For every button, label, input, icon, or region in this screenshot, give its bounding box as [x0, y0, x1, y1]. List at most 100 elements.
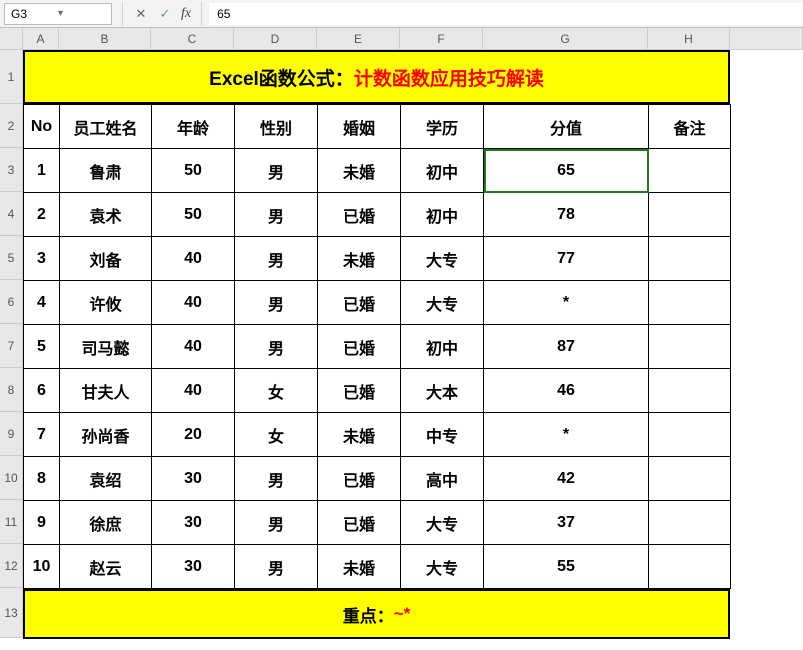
cell-no[interactable]: 9 — [24, 501, 60, 545]
header-no[interactable]: No — [24, 105, 60, 149]
col-header-f[interactable]: F — [400, 28, 483, 50]
cell-note[interactable] — [649, 457, 731, 501]
cell-name[interactable]: 鲁肃 — [60, 149, 152, 193]
cell-name[interactable]: 甘夫人 — [60, 369, 152, 413]
col-header-d[interactable]: D — [234, 28, 317, 50]
cell-gender[interactable]: 男 — [235, 149, 318, 193]
row-header-7[interactable]: 7 — [0, 324, 23, 368]
cell-marital[interactable]: 已婚 — [318, 325, 401, 369]
cell-gender[interactable]: 男 — [235, 501, 318, 545]
row-header-8[interactable]: 8 — [0, 368, 23, 412]
cell-note[interactable] — [649, 501, 731, 545]
cell-name[interactable]: 许攸 — [60, 281, 152, 325]
row-header-13[interactable]: 13 — [0, 588, 23, 638]
cell-age[interactable]: 40 — [152, 281, 235, 325]
cell-note[interactable] — [649, 237, 731, 281]
cell-edu[interactable]: 大专 — [401, 545, 484, 589]
cell-name[interactable]: 刘备 — [60, 237, 152, 281]
header-note[interactable]: 备注 — [649, 105, 731, 149]
cell-marital[interactable]: 已婚 — [318, 369, 401, 413]
cell-age[interactable]: 40 — [152, 325, 235, 369]
cell-score[interactable]: 46 — [484, 369, 649, 413]
title-merged-cell[interactable]: Excel函数公式： 计数函数应用技巧解读 — [23, 50, 730, 104]
cell-note[interactable] — [649, 193, 731, 237]
cell-name[interactable]: 徐庶 — [60, 501, 152, 545]
cell-marital[interactable]: 未婚 — [318, 545, 401, 589]
cell-age[interactable]: 40 — [152, 237, 235, 281]
cell-no[interactable]: 3 — [24, 237, 60, 281]
chevron-down-icon[interactable]: ▾ — [58, 8, 105, 19]
cell-no[interactable]: 7 — [24, 413, 60, 457]
header-score[interactable]: 分值 — [484, 105, 649, 149]
col-header-g[interactable]: G — [483, 28, 648, 50]
cell-edu[interactable]: 大本 — [401, 369, 484, 413]
cell-gender[interactable]: 男 — [235, 325, 318, 369]
cell-name[interactable]: 孙尚香 — [60, 413, 152, 457]
row-header-2[interactable]: 2 — [0, 104, 23, 148]
row-header-10[interactable]: 10 — [0, 456, 23, 500]
fx-icon[interactable]: fx — [181, 6, 191, 22]
cell-age[interactable]: 50 — [152, 193, 235, 237]
cell-note[interactable] — [649, 149, 731, 193]
cell-age[interactable]: 30 — [152, 545, 235, 589]
cell-marital[interactable]: 未婚 — [318, 413, 401, 457]
cell-edu[interactable]: 高中 — [401, 457, 484, 501]
cell-score[interactable]: * — [484, 413, 649, 457]
cell-no[interactable]: 4 — [24, 281, 60, 325]
cell-edu[interactable]: 大专 — [401, 237, 484, 281]
name-box[interactable]: G3 ▾ — [4, 3, 112, 25]
row-header-12[interactable]: 12 — [0, 544, 23, 588]
cell-edu[interactable]: 大专 — [401, 281, 484, 325]
cell-score[interactable]: 65 — [484, 149, 649, 193]
header-name[interactable]: 员工姓名 — [60, 105, 152, 149]
cell-marital[interactable]: 已婚 — [318, 457, 401, 501]
cell-marital[interactable]: 已婚 — [318, 193, 401, 237]
row-header-11[interactable]: 11 — [0, 500, 23, 544]
select-all-corner[interactable] — [0, 28, 23, 50]
cell-no[interactable]: 6 — [24, 369, 60, 413]
col-header-h[interactable]: H — [648, 28, 730, 50]
cell-name[interactable]: 袁术 — [60, 193, 152, 237]
cell-name[interactable]: 司马懿 — [60, 325, 152, 369]
col-header-e[interactable]: E — [317, 28, 400, 50]
cell-age[interactable]: 40 — [152, 369, 235, 413]
row-header-4[interactable]: 4 — [0, 192, 23, 236]
cell-marital[interactable]: 已婚 — [318, 281, 401, 325]
cell-score[interactable]: 37 — [484, 501, 649, 545]
header-age[interactable]: 年龄 — [152, 105, 235, 149]
header-marital[interactable]: 婚姻 — [318, 105, 401, 149]
row-header-1[interactable]: 1 — [0, 50, 23, 104]
cell-score[interactable]: * — [484, 281, 649, 325]
cell-gender[interactable]: 男 — [235, 281, 318, 325]
cell-no[interactable]: 8 — [24, 457, 60, 501]
col-header-a[interactable]: A — [23, 28, 59, 50]
cell-score[interactable]: 87 — [484, 325, 649, 369]
cell-gender[interactable]: 男 — [235, 193, 318, 237]
cell-age[interactable]: 30 — [152, 501, 235, 545]
cell-gender[interactable]: 女 — [235, 369, 318, 413]
cell-note[interactable] — [649, 281, 731, 325]
row-header-6[interactable]: 6 — [0, 280, 23, 324]
cell-gender[interactable]: 女 — [235, 413, 318, 457]
cell-score[interactable]: 55 — [484, 545, 649, 589]
cell-note[interactable] — [649, 369, 731, 413]
row-header-5[interactable]: 5 — [0, 236, 23, 280]
cell-edu[interactable]: 初中 — [401, 325, 484, 369]
cell-score[interactable]: 42 — [484, 457, 649, 501]
cell-edu[interactable]: 初中 — [401, 193, 484, 237]
cell-marital[interactable]: 未婚 — [318, 237, 401, 281]
confirm-formula-icon[interactable]: ✓ — [153, 3, 177, 25]
cell-age[interactable]: 20 — [152, 413, 235, 457]
cell-gender[interactable]: 男 — [235, 545, 318, 589]
row-header-3[interactable]: 3 — [0, 148, 23, 192]
cell-no[interactable]: 10 — [24, 545, 60, 589]
cell-note[interactable] — [649, 545, 731, 589]
cell-name[interactable]: 赵云 — [60, 545, 152, 589]
cell-no[interactable]: 2 — [24, 193, 60, 237]
col-header-c[interactable]: C — [151, 28, 234, 50]
cell-gender[interactable]: 男 — [235, 237, 318, 281]
cell-name[interactable]: 袁绍 — [60, 457, 152, 501]
cell-age[interactable]: 30 — [152, 457, 235, 501]
cell-marital[interactable]: 未婚 — [318, 149, 401, 193]
cell-gender[interactable]: 男 — [235, 457, 318, 501]
